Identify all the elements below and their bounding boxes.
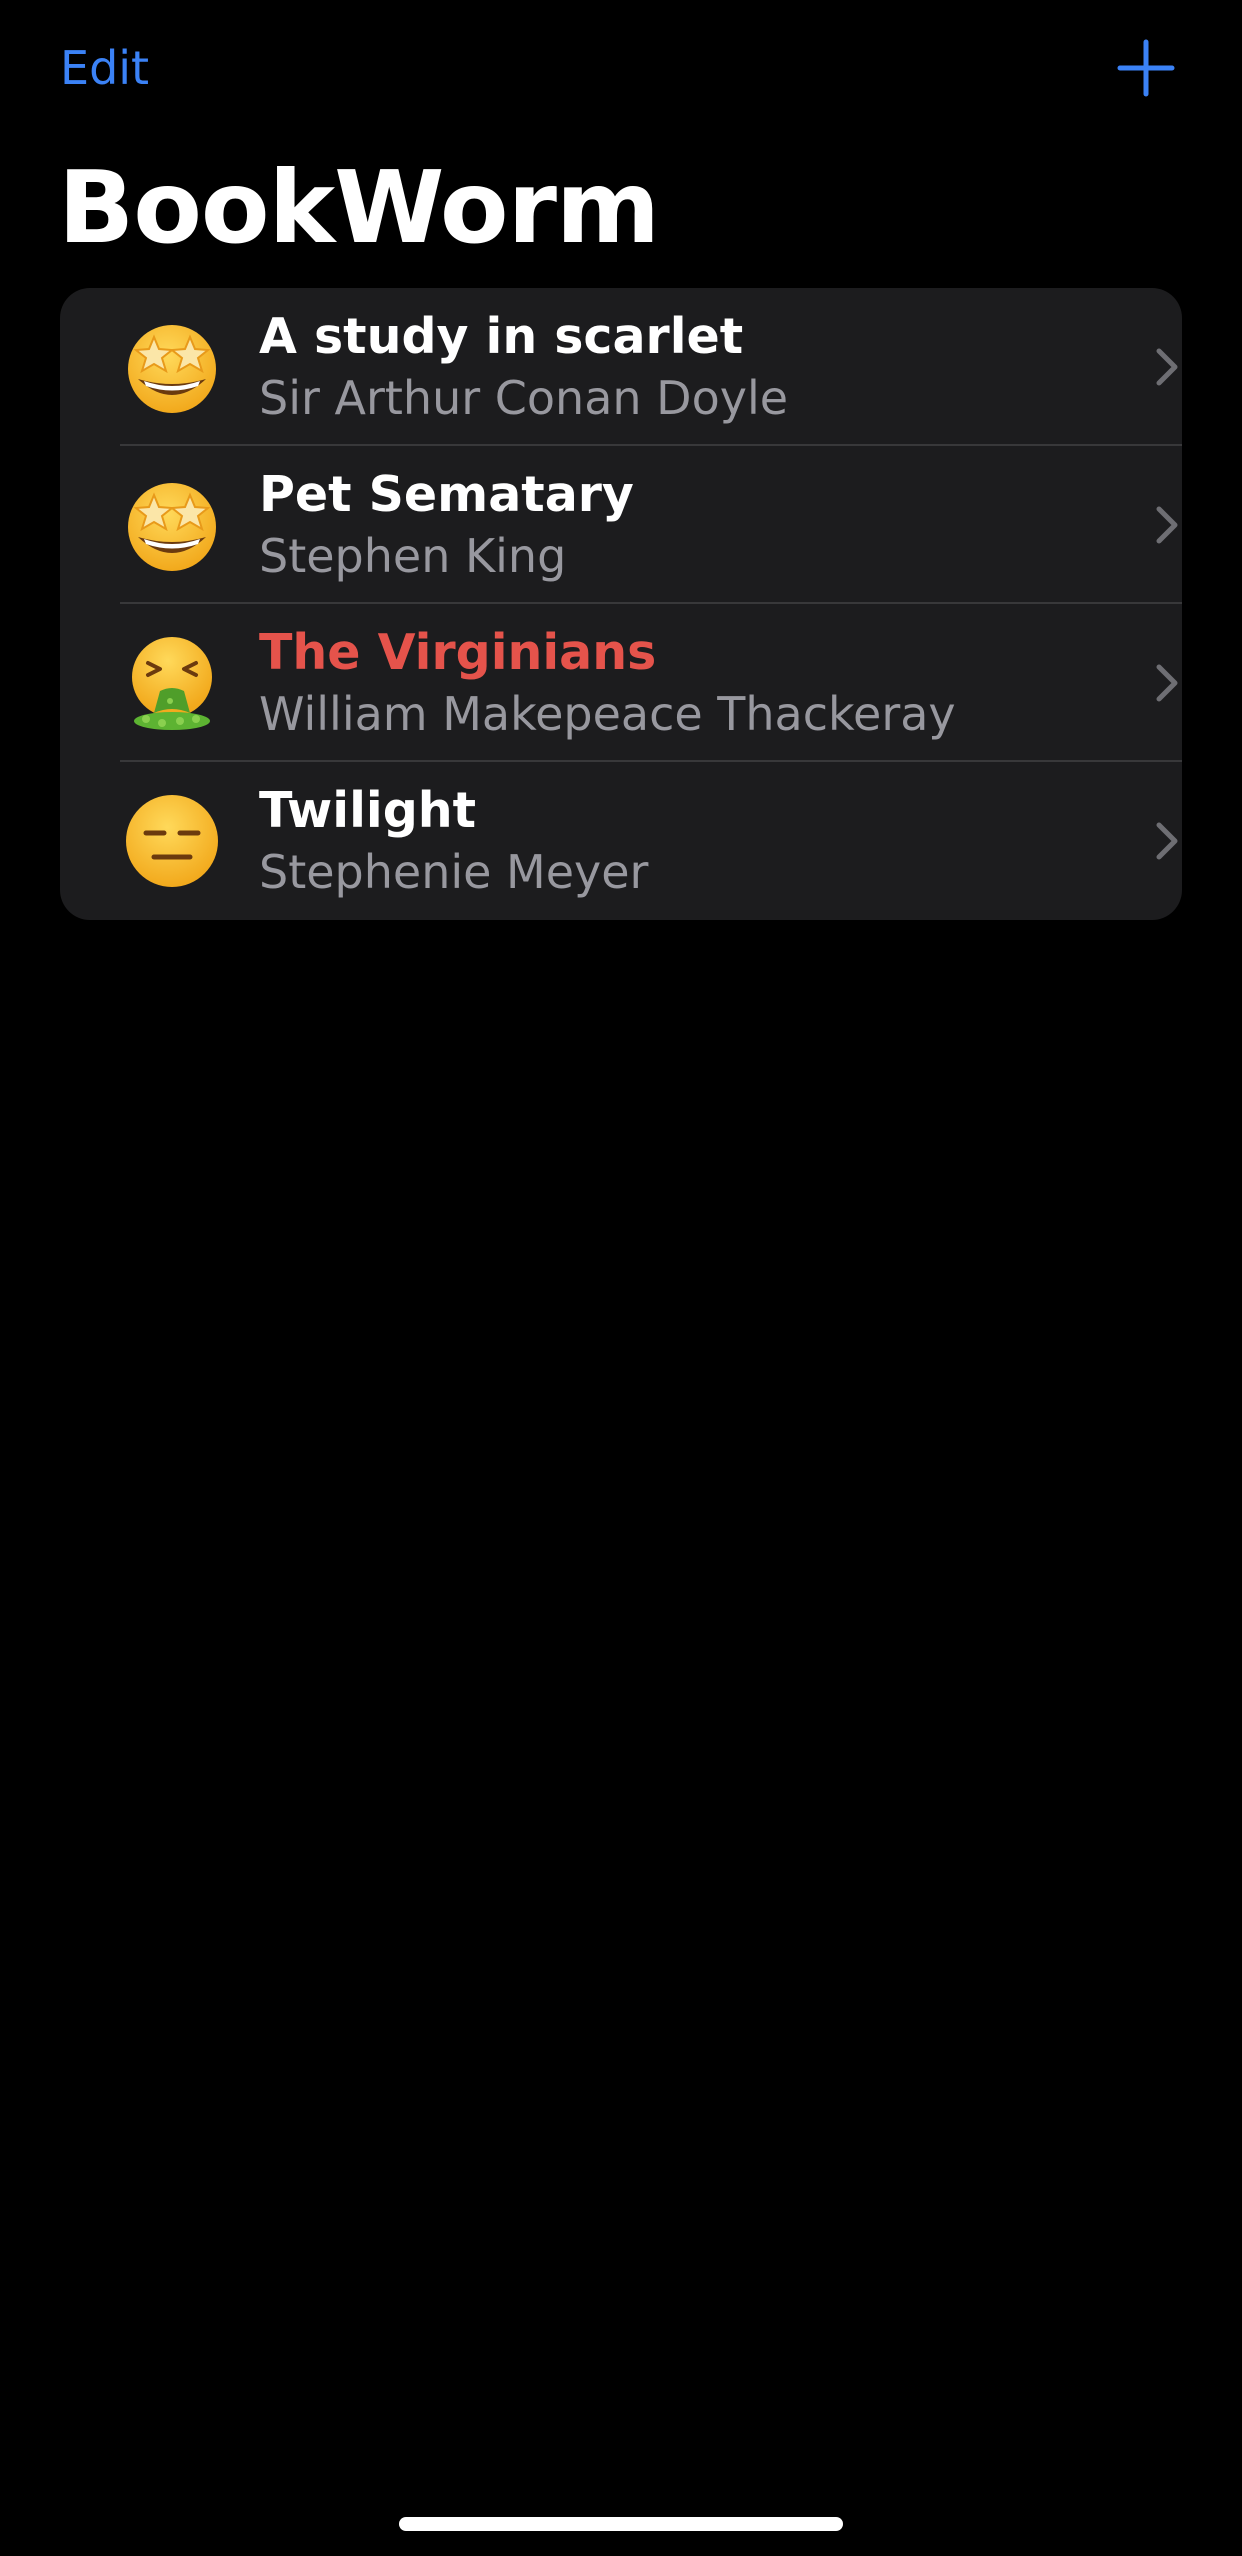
chevron-right-icon: [1154, 345, 1180, 389]
plus-icon: [1117, 39, 1175, 97]
vomiting-face-emoji-icon: [124, 635, 220, 731]
star-struck-emoji-icon: [124, 477, 220, 573]
book-row[interactable]: Pet Sematary Stephen King: [60, 446, 1182, 604]
book-title: Twilight: [259, 782, 477, 839]
page-title: BookWorm: [58, 149, 660, 266]
star-struck-emoji-icon: [124, 319, 220, 415]
book-title: Pet Sematary: [259, 466, 634, 523]
expressionless-face-emoji-icon: [124, 793, 220, 889]
home-indicator[interactable]: [399, 2517, 843, 2531]
chevron-right-icon: [1154, 503, 1180, 547]
chevron-right-icon: [1154, 819, 1180, 863]
chevron-right-icon: [1154, 661, 1180, 705]
add-book-button[interactable]: [1116, 38, 1176, 98]
book-row[interactable]: The Virginians William Makepeace Thacker…: [60, 604, 1182, 762]
navigation-bar: Edit: [0, 0, 1242, 140]
book-author: Stephen King: [259, 529, 567, 583]
book-title: The Virginians: [259, 624, 657, 681]
book-title: A study in scarlet: [259, 308, 744, 365]
edit-button[interactable]: Edit: [60, 40, 149, 96]
book-row[interactable]: A study in scarlet Sir Arthur Conan Doyl…: [60, 288, 1182, 446]
book-author: Sir Arthur Conan Doyle: [259, 371, 789, 425]
book-author: Stephenie Meyer: [259, 845, 649, 899]
book-list: A study in scarlet Sir Arthur Conan Doyl…: [60, 288, 1182, 920]
book-author: William Makepeace Thackeray: [259, 687, 956, 741]
book-row[interactable]: Twilight Stephenie Meyer: [60, 762, 1182, 920]
